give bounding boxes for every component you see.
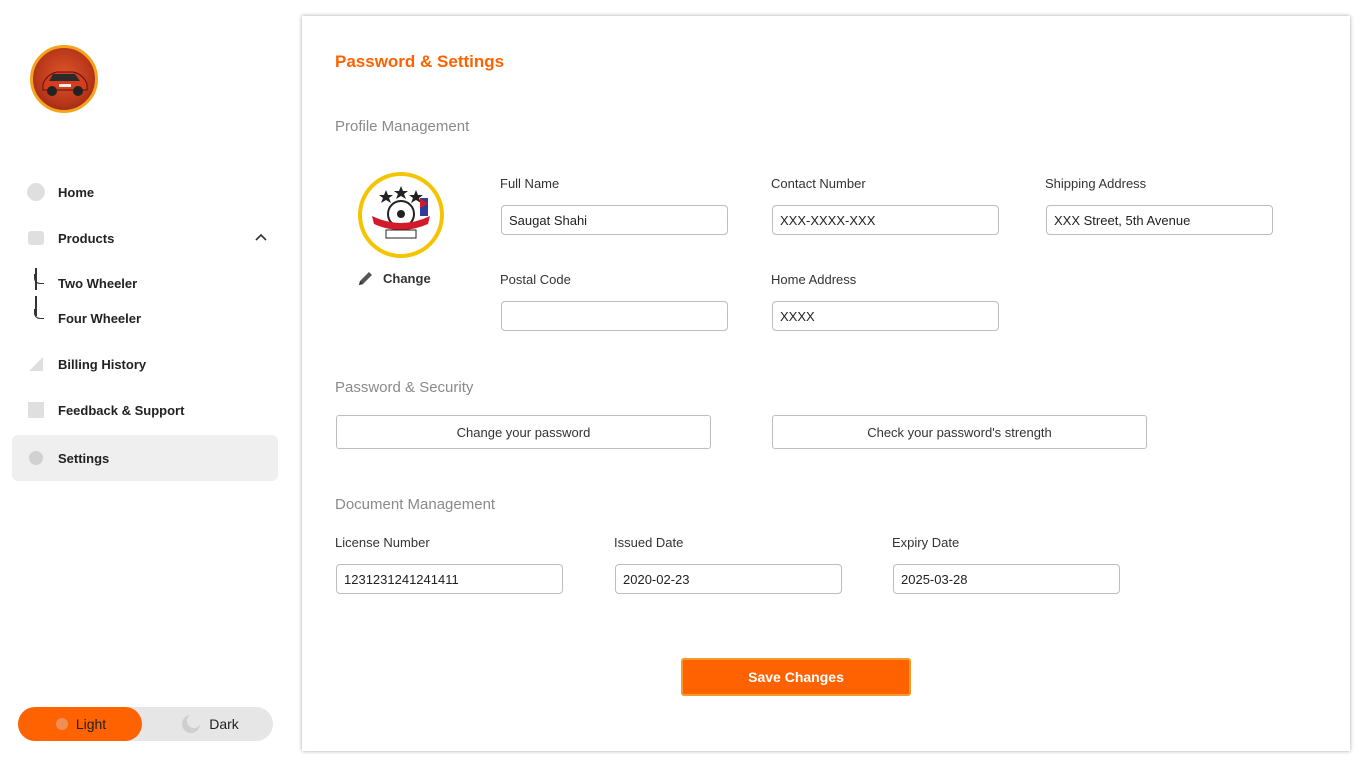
team-badge-icon bbox=[372, 186, 430, 239]
sidebar-item-settings[interactable]: Settings bbox=[12, 435, 278, 481]
change-password-button[interactable]: Change your password bbox=[336, 415, 711, 449]
home-icon bbox=[27, 183, 45, 201]
check-password-strength-button[interactable]: Check your password's strength bbox=[772, 415, 1147, 449]
change-label: Change bbox=[383, 270, 431, 286]
billing-icon bbox=[29, 357, 43, 371]
home-address-label: Home Address bbox=[771, 272, 857, 287]
sidebar-item-two-wheeler[interactable]: Two Wheeler bbox=[34, 273, 137, 293]
theme-light-option[interactable]: Light bbox=[18, 707, 142, 741]
postal-code-label: Postal Code bbox=[500, 272, 571, 287]
settings-icon bbox=[29, 451, 43, 465]
theme-dark-label: Dark bbox=[209, 716, 239, 732]
full-name-input[interactable] bbox=[501, 205, 728, 235]
sidebar-subitem-label: Four Wheeler bbox=[58, 310, 142, 326]
license-number-label: License Number bbox=[335, 535, 430, 550]
sidebar-item-billing-history[interactable]: Billing History bbox=[12, 341, 278, 387]
sidebar-item-label: Home bbox=[58, 184, 95, 200]
issued-date-label: Issued Date bbox=[614, 535, 684, 550]
moon-icon bbox=[182, 714, 202, 733]
sidebar-item-label: Products bbox=[58, 230, 115, 246]
products-icon bbox=[28, 231, 44, 245]
avatar bbox=[358, 172, 444, 258]
pencil-icon bbox=[359, 272, 372, 285]
sidebar-item-label: Feedback & Support bbox=[58, 402, 185, 418]
sidebar-item-products[interactable]: Products bbox=[12, 215, 278, 261]
sun-icon bbox=[55, 718, 68, 730]
documents-section-title: Document Management bbox=[335, 496, 496, 513]
full-name-label: Full Name bbox=[500, 176, 560, 191]
profile-section-title: Profile Management bbox=[335, 118, 470, 135]
contact-number-label: Contact Number bbox=[771, 176, 866, 191]
tree-line bbox=[35, 268, 37, 290]
tree-line bbox=[35, 296, 37, 316]
license-number-input[interactable] bbox=[336, 564, 563, 594]
theme-toggle[interactable]: Light Dark bbox=[18, 707, 273, 741]
home-address-input[interactable] bbox=[772, 301, 999, 331]
brand-logo[interactable] bbox=[30, 45, 98, 113]
sidebar: Home Products Two Wheeler Four Wheeler B… bbox=[0, 0, 290, 768]
sidebar-subitem-label: Two Wheeler bbox=[58, 275, 138, 291]
issued-date-input[interactable] bbox=[615, 564, 842, 594]
feedback-icon bbox=[28, 402, 44, 418]
sidebar-item-home[interactable]: Home bbox=[12, 169, 278, 215]
theme-dark-option[interactable]: Dark bbox=[148, 707, 272, 741]
contact-number-input[interactable] bbox=[772, 205, 999, 235]
security-section-title: Password & Security bbox=[335, 379, 474, 396]
page-title: Password & Settings bbox=[335, 52, 505, 71]
postal-code-input[interactable] bbox=[501, 301, 728, 331]
sidebar-item-four-wheeler[interactable]: Four Wheeler bbox=[34, 308, 141, 328]
expiry-date-input[interactable] bbox=[893, 564, 1120, 594]
settings-card: Password & Settings Profile Management C… bbox=[302, 16, 1350, 751]
shipping-address-label: Shipping Address bbox=[1045, 176, 1147, 191]
theme-light-label: Light bbox=[75, 716, 107, 732]
car-logo-icon bbox=[42, 71, 88, 96]
sidebar-item-feedback-support[interactable]: Feedback & Support bbox=[12, 387, 278, 433]
save-changes-button[interactable]: Save Changes bbox=[681, 658, 911, 696]
change-avatar-button[interactable]: Change bbox=[357, 269, 431, 287]
expiry-date-label: Expiry Date bbox=[892, 535, 960, 550]
chevron-up-icon[interactable] bbox=[254, 230, 268, 244]
sidebar-item-label: Billing History bbox=[58, 356, 147, 372]
sidebar-item-label: Settings bbox=[58, 450, 110, 466]
shipping-address-input[interactable] bbox=[1046, 205, 1273, 235]
